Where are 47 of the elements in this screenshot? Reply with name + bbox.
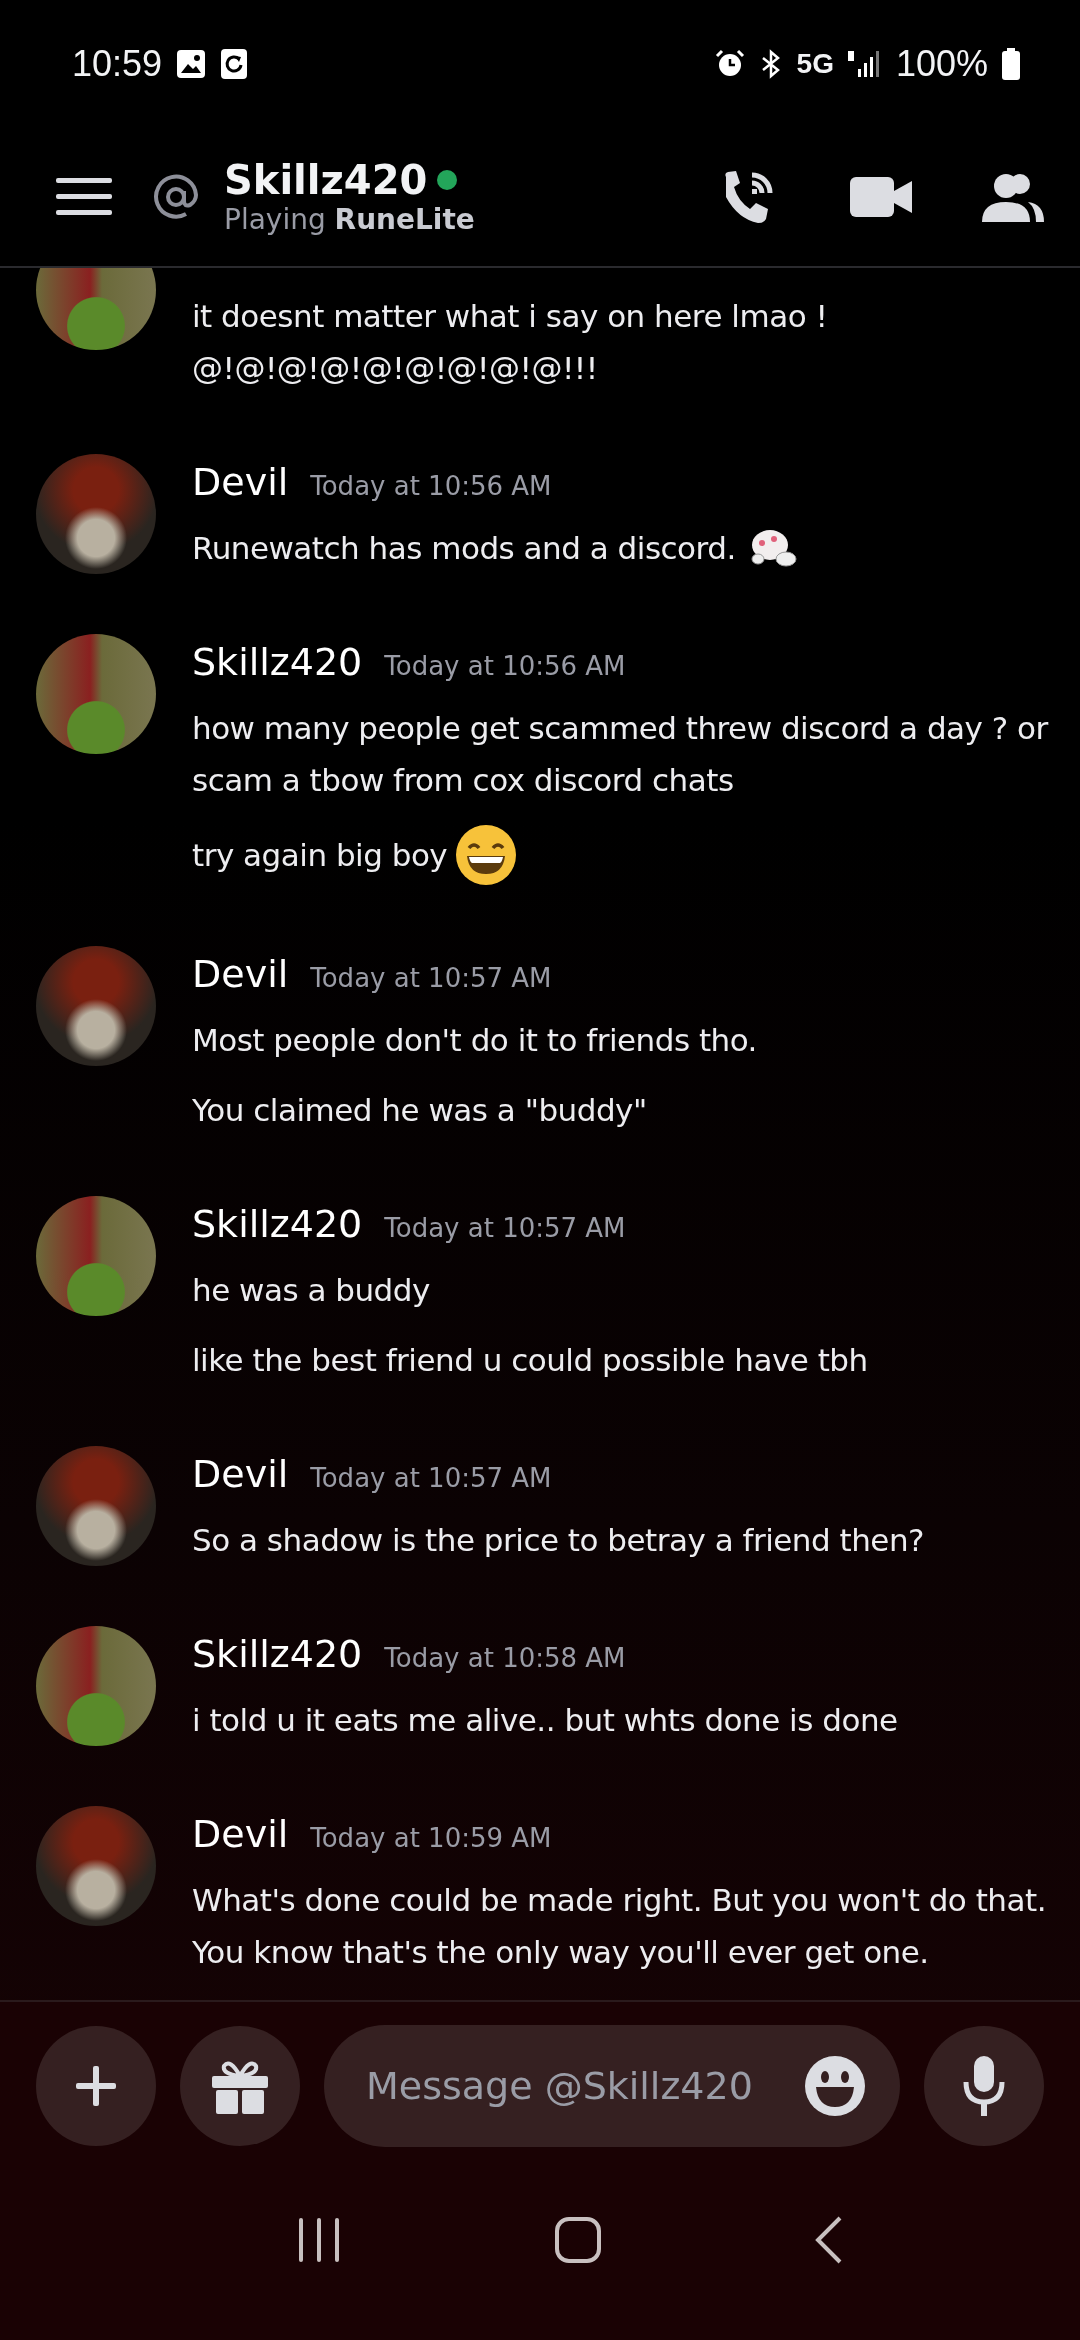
message-timestamp: Today at 10:57 AM	[384, 1213, 626, 1243]
composer-pill[interactable]: Message @Skillz420	[324, 2025, 900, 2147]
at-sign-icon	[152, 173, 200, 221]
message-timestamp: Today at 10:57 AM	[310, 1463, 552, 1493]
chat-title: Skillz420	[224, 157, 428, 203]
home-icon[interactable]	[555, 2217, 601, 2263]
author-name[interactable]: Devil	[192, 460, 289, 504]
refresh-icon	[220, 48, 249, 80]
message-text: You claimed he was a "buddy"	[192, 1091, 647, 1130]
activity-status: Playing RuneLite	[224, 203, 476, 237]
author-name[interactable]: Devil	[192, 1812, 289, 1856]
plus-icon	[74, 2064, 118, 2108]
message-timestamp: Today at 10:56 AM	[310, 471, 552, 501]
back-icon[interactable]	[815, 2216, 843, 2264]
message-text: how many people get scammed threw discord a day ? or scam a tbow from cox discord chats	[192, 709, 1050, 800]
grinning-emoji-icon	[455, 824, 518, 886]
network-label: 5G	[796, 48, 834, 80]
image-icon	[176, 49, 207, 79]
microphone-icon	[962, 2056, 1006, 2116]
message-timestamp: Today at 10:59 AM	[310, 1823, 552, 1853]
message-text: Runewatch has mods and a discord.	[192, 529, 736, 568]
signal-icon	[847, 49, 882, 79]
message-timestamp: Today at 10:56 AM	[384, 651, 626, 681]
video-camera-icon[interactable]	[850, 175, 912, 219]
message-text: it doesnt matter what i say on here lmao ! @!@!@!@!@!@!@!@!@!!!	[192, 297, 829, 388]
message-text: Most people don't do it to friends tho.	[192, 1021, 757, 1060]
message-text: like the best friend u could possible have tbh	[192, 1341, 868, 1380]
emoji-icon[interactable]	[804, 2055, 866, 2117]
author-name[interactable]: Skillz420	[192, 640, 363, 684]
message-timestamp: Today at 10:57 AM	[310, 963, 552, 993]
message-text: What's done could be made right. But you won't do that. You know that's the only way you'll ever get one.	[192, 1881, 1047, 1972]
recent-apps-icon[interactable]	[297, 2218, 341, 2262]
message-text: he was a buddy	[192, 1271, 430, 1310]
message-text: So a shadow is the price to betray a friend then?	[192, 1521, 925, 1560]
author-name[interactable]: Skillz420	[192, 1202, 363, 1246]
clock-time: 10:59	[72, 43, 163, 85]
message-text: i told u it eats me alive.. but whts done is done	[192, 1701, 898, 1740]
menu-icon[interactable]	[56, 178, 112, 216]
message-input-field[interactable]: Message @Skillz420	[364, 2063, 804, 2109]
message-timestamp: Today at 10:58 AM	[384, 1643, 626, 1673]
battery-percent: 100%	[895, 43, 988, 85]
alarm-icon	[714, 49, 745, 79]
author-name[interactable]: Devil	[192, 952, 289, 996]
author-name[interactable]: Devil	[192, 1452, 289, 1496]
author-name[interactable]: Skillz420	[192, 1632, 363, 1676]
battery-icon	[1002, 48, 1020, 80]
message-text: try again big boy	[192, 836, 448, 875]
